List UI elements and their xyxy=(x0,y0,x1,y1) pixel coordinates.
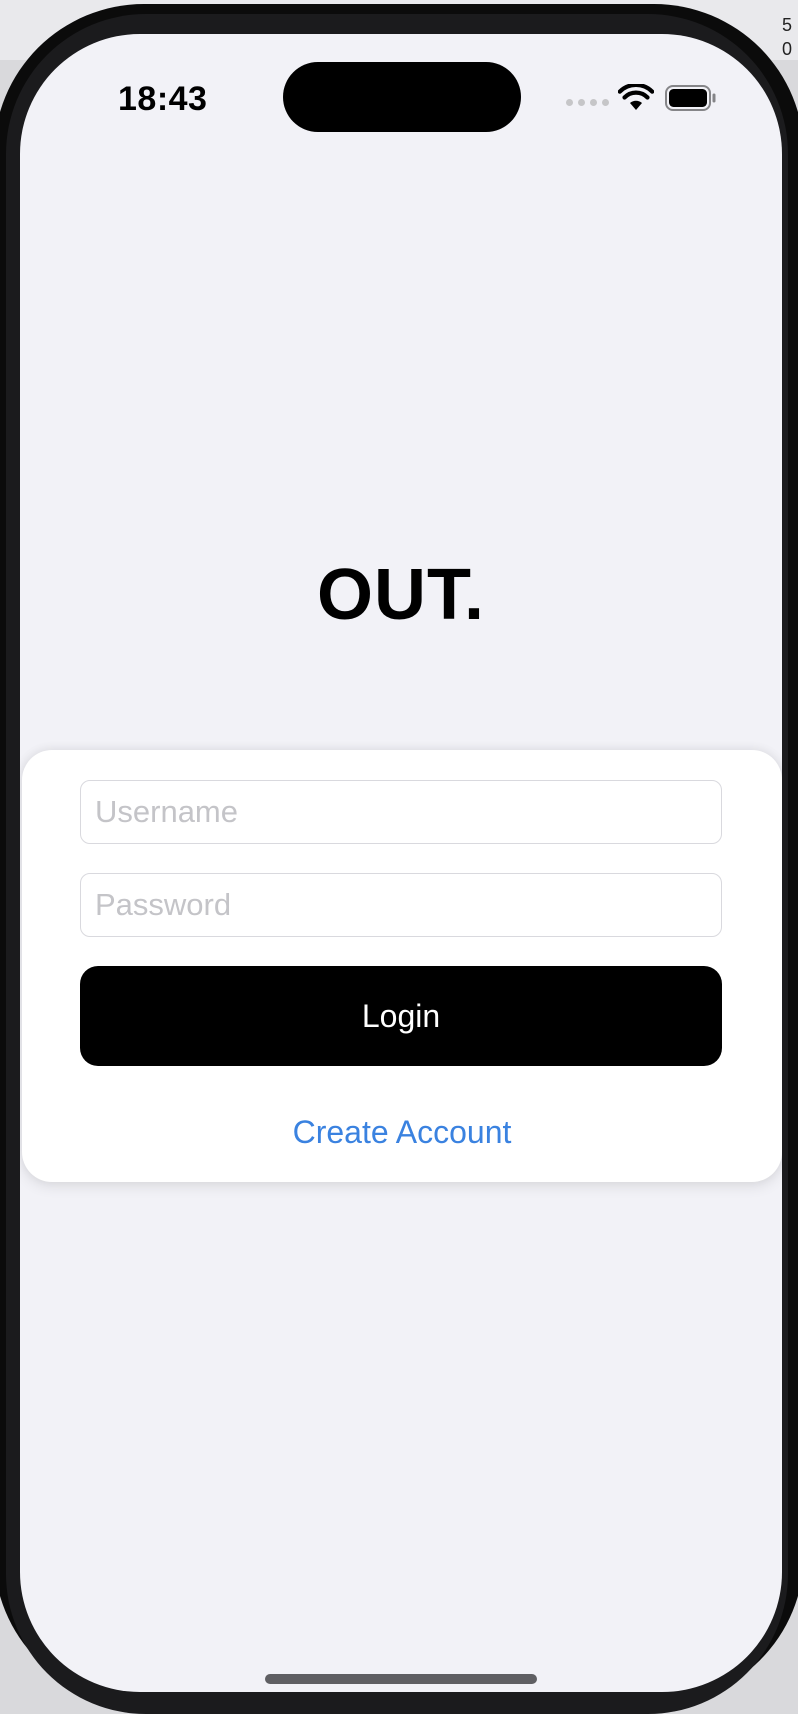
login-card: Login Create Account xyxy=(22,750,782,1182)
desktop-edge-glyph: 0 xyxy=(782,39,793,59)
username-input[interactable] xyxy=(80,780,722,844)
status-time: 18:43 xyxy=(118,80,208,118)
dynamic-island xyxy=(283,62,521,132)
login-button[interactable]: Login xyxy=(80,966,722,1066)
password-input[interactable] xyxy=(80,873,722,937)
create-account-link[interactable]: Create Account xyxy=(22,1114,782,1151)
signal-dots-icon xyxy=(566,99,609,106)
app-logo: OUT. xyxy=(316,555,485,635)
desktop-edge-glyph: 5 xyxy=(782,15,793,35)
wifi-icon xyxy=(618,84,654,110)
status-bar: 18:43 xyxy=(20,34,782,154)
battery-icon xyxy=(665,85,716,111)
home-indicator[interactable] xyxy=(265,1674,537,1684)
phone-screen: 18:43 OUT. Login Create Account xyxy=(20,34,782,1692)
